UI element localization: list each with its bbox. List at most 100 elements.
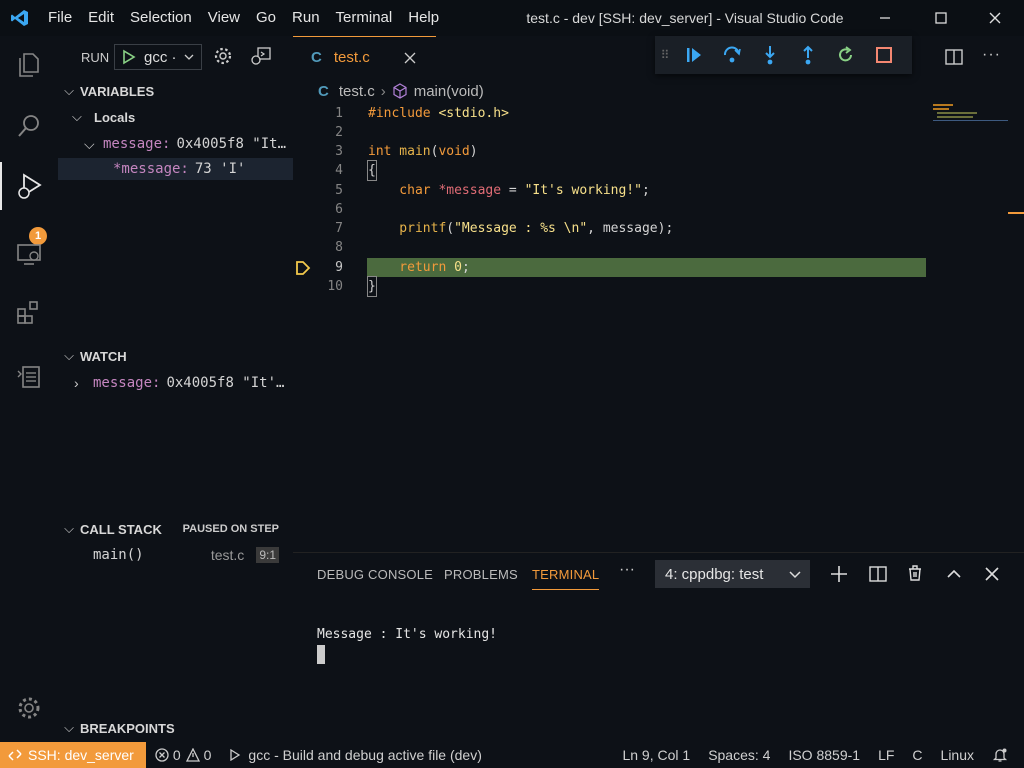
callstack-section-header[interactable]: ⌵ CALL STACK PAUSED ON STEP xyxy=(58,518,293,540)
variable-name: *message: xyxy=(113,161,189,177)
more-actions-icon[interactable]: ··· xyxy=(982,46,1001,64)
encoding[interactable]: ISO 8859-1 xyxy=(779,747,869,763)
maximize-button[interactable] xyxy=(918,0,964,36)
debug-console-button[interactable] xyxy=(250,46,272,69)
warning-count: 0 xyxy=(203,747,212,763)
chevron-right-icon: › xyxy=(74,375,79,391)
stack-frame-row[interactable]: main() test.c 9:1 xyxy=(58,544,293,566)
chevron-down-icon: ⌵ xyxy=(64,720,74,735)
split-terminal-button[interactable] xyxy=(869,565,887,586)
tab-test-c[interactable]: C test.c xyxy=(293,36,436,78)
step-into-button[interactable] xyxy=(751,36,789,74)
test-icon xyxy=(17,366,40,388)
variable-name: message: xyxy=(103,136,171,152)
chevron-down-icon xyxy=(184,54,193,60)
launch-config-select[interactable]: gcc · xyxy=(114,44,202,70)
continue-button[interactable] xyxy=(675,36,713,74)
tab-terminal[interactable]: TERMINAL xyxy=(532,567,600,590)
code-line-5: char *message = "It's working!"; xyxy=(368,183,650,198)
extensions-button[interactable] xyxy=(0,288,58,336)
close-tab-icon[interactable] xyxy=(404,52,416,64)
terminal-cursor[interactable] xyxy=(317,645,325,664)
indentation[interactable]: Spaces: 4 xyxy=(699,747,779,763)
stop-button[interactable] xyxy=(865,36,903,74)
menu-run[interactable]: Run xyxy=(284,0,328,36)
manage-button[interactable] xyxy=(0,684,58,732)
menu-go[interactable]: Go xyxy=(248,0,284,36)
menu-terminal[interactable]: Terminal xyxy=(328,0,401,36)
new-terminal-button[interactable] xyxy=(830,565,848,586)
remote-indicator[interactable]: SSH: dev_server xyxy=(0,742,146,768)
continue-icon xyxy=(687,48,701,62)
maximize-panel-button[interactable] xyxy=(945,565,963,586)
step-over-icon xyxy=(724,46,741,63)
run-debug-icon xyxy=(18,173,42,199)
variable-row-selected[interactable]: *message: 73 'I' xyxy=(58,158,293,180)
callstack-status: PAUSED ON STEP xyxy=(182,523,279,535)
watch-name: message: xyxy=(93,375,161,391)
os-indicator[interactable]: Linux xyxy=(932,747,983,763)
test-explorer-button[interactable] xyxy=(0,352,58,400)
step-out-icon xyxy=(803,45,813,65)
error-icon xyxy=(155,748,169,762)
menu-selection[interactable]: Selection xyxy=(122,0,200,36)
variable-value: 73 'I' xyxy=(194,161,246,177)
code-line-10: } xyxy=(367,276,377,297)
menu-file[interactable]: File xyxy=(40,0,80,36)
tab-debug-console[interactable]: DEBUG CONSOLE xyxy=(317,567,433,582)
breadcrumb-file[interactable]: test.c xyxy=(339,83,375,100)
open-launch-json-button[interactable] xyxy=(213,46,233,69)
watch-row[interactable]: › message: 0x4005f8 "It'… xyxy=(74,372,293,394)
line-number: 2 xyxy=(335,125,343,140)
minimize-button[interactable] xyxy=(862,0,908,36)
problems-indicator[interactable]: 0 0 xyxy=(146,747,221,763)
start-debugging-icon[interactable] xyxy=(118,47,138,67)
cursor-position[interactable]: Ln 9, Col 1 xyxy=(613,747,699,763)
stop-icon xyxy=(876,47,892,63)
split-editor-button[interactable] xyxy=(945,48,963,69)
chevron-down-icon: ⌵ xyxy=(64,348,74,363)
language-mode[interactable]: C xyxy=(903,747,931,763)
callstack-title: CALL STACK xyxy=(80,521,162,537)
end-of-line[interactable]: LF xyxy=(869,747,903,763)
minimap[interactable] xyxy=(933,104,1008,126)
plus-icon xyxy=(831,566,847,582)
terminal-select[interactable]: 4: cppdbg: test xyxy=(655,560,810,588)
breakpoints-section-header[interactable]: ⌵ BREAKPOINTS xyxy=(58,717,293,739)
breadcrumb: C test.c › main(void) xyxy=(293,78,1024,104)
drag-handle-icon[interactable]: ⠿ xyxy=(655,36,675,74)
breadcrumb-symbol[interactable]: main(void) xyxy=(414,83,484,100)
stack-frame-name: main() xyxy=(93,547,144,563)
watch-section-header[interactable]: ⌵ WATCH xyxy=(58,345,293,367)
menu-help[interactable]: Help xyxy=(400,0,447,36)
kill-terminal-button[interactable] xyxy=(906,564,924,585)
split-terminal-icon xyxy=(869,566,887,582)
remote-label: SSH: dev_server xyxy=(28,747,134,763)
code-editor[interactable]: 1 2 3 4 5 6 7 8 9 10 #include <stdio.h> … xyxy=(293,104,1024,552)
chevron-down-icon: ⌵ xyxy=(64,521,74,536)
launch-config-status[interactable]: gcc - Build and debug active file (dev) xyxy=(220,747,490,763)
run-debug-button[interactable] xyxy=(0,162,58,210)
chevron-down-icon xyxy=(789,571,801,579)
more-panel-actions-icon[interactable]: ··· xyxy=(619,561,635,579)
restart-button[interactable] xyxy=(827,36,865,74)
close-window-button[interactable] xyxy=(972,0,1018,36)
notifications-button[interactable] xyxy=(983,747,1024,763)
variable-row[interactable]: ⌵ message: 0x4005f8 "It… xyxy=(84,133,293,155)
variables-section-header[interactable]: ⌵ VARIABLES xyxy=(58,80,293,102)
extensions-icon xyxy=(17,301,38,324)
locals-scope[interactable]: ⌵ Locals xyxy=(72,106,135,128)
chevron-down-icon: ⌵ xyxy=(64,83,74,98)
close-panel-button[interactable] xyxy=(984,566,1000,585)
step-out-button[interactable] xyxy=(789,36,827,74)
search-button[interactable] xyxy=(0,102,58,150)
tab-problems[interactable]: PROBLEMS xyxy=(444,567,518,582)
trash-icon xyxy=(909,565,921,581)
explorer-button[interactable] xyxy=(0,40,58,88)
step-over-button[interactable] xyxy=(713,36,751,74)
chevron-right-icon: › xyxy=(380,82,386,100)
menu-view[interactable]: View xyxy=(200,0,248,36)
chevron-down-icon: ⌵ xyxy=(84,135,95,152)
menu-edit[interactable]: Edit xyxy=(80,0,122,36)
remote-explorer-button[interactable] xyxy=(0,230,58,278)
